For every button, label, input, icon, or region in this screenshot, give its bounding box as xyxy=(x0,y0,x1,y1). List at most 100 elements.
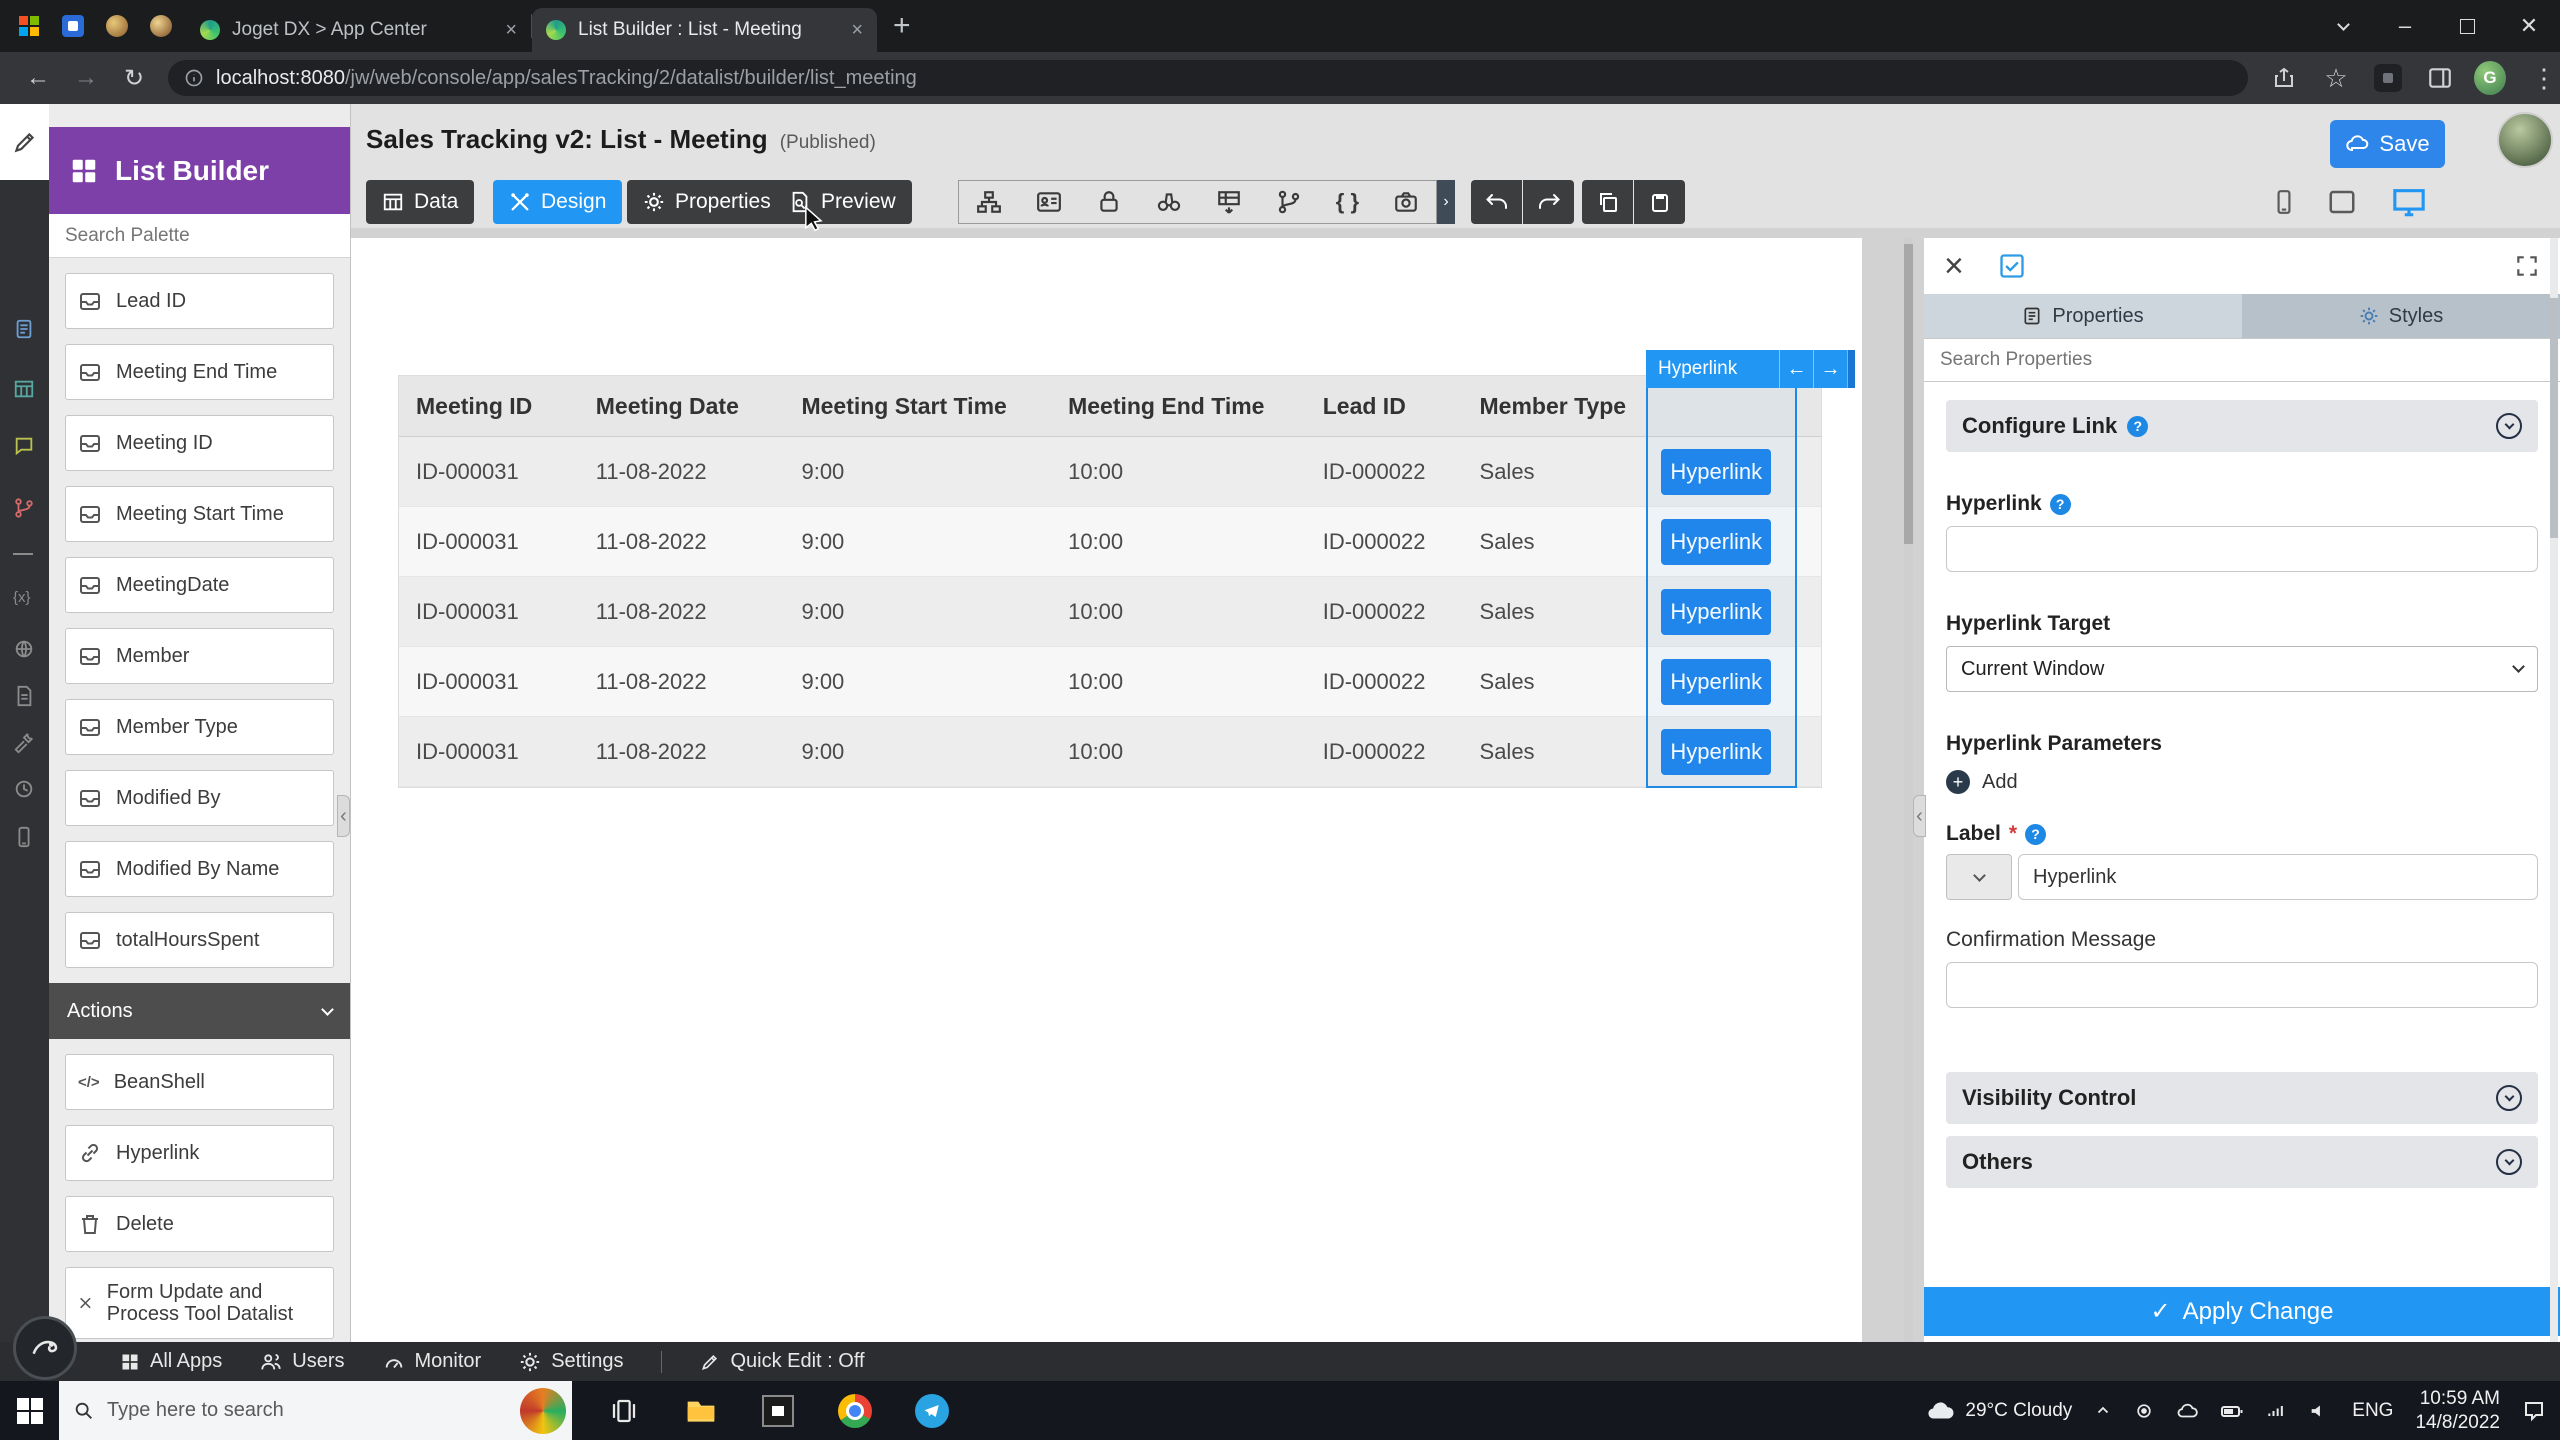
window-close-button[interactable]: ✕ xyxy=(2498,0,2560,52)
tab-panel-styles[interactable]: Styles xyxy=(2242,294,2560,338)
taskbar-search-box[interactable]: Type here to search xyxy=(59,1381,572,1440)
help-icon[interactable]: ? xyxy=(2050,494,2071,515)
lock-icon[interactable] xyxy=(1096,189,1122,215)
hyperlink-cell-button[interactable]: Hyperlink xyxy=(1661,589,1771,635)
side-panel-icon[interactable] xyxy=(2424,62,2456,94)
palette-item[interactable]: Meeting ID xyxy=(65,415,334,471)
palette-item[interactable]: MeetingDate xyxy=(65,557,334,613)
language-indicator[interactable]: ENG xyxy=(2352,1400,2393,1422)
undo-button[interactable] xyxy=(1471,180,1522,224)
tab-app-center[interactable]: Joget DX > App Center × xyxy=(186,8,531,52)
label-input[interactable] xyxy=(2018,854,2538,900)
bookmark-star-icon[interactable]: ☆ xyxy=(2320,62,2352,94)
quick-edit-toggle[interactable]: Quick Edit : Off xyxy=(700,1350,864,1373)
app-window-icon[interactable] xyxy=(748,1381,807,1440)
copy-button[interactable] xyxy=(1582,180,1633,224)
palette-action-item[interactable]: Hyperlink xyxy=(65,1125,334,1181)
collapse-chevron-icon[interactable] xyxy=(2496,1149,2522,1175)
tab-panel-properties[interactable]: Properties xyxy=(1924,294,2242,338)
tab-list-builder[interactable]: List Builder : List - Meeting × xyxy=(532,8,877,52)
palette-item[interactable]: Lead ID xyxy=(65,273,334,329)
datalist-builder-icon[interactable] xyxy=(13,378,35,400)
mobile-icon[interactable] xyxy=(13,826,35,848)
canvas-scrollbar[interactable] xyxy=(1904,238,1913,1342)
hyperlink-cell-button[interactable]: Hyperlink xyxy=(1661,449,1771,495)
tab-data[interactable]: Data xyxy=(366,180,474,224)
panel-collapse-handle[interactable]: ‹ xyxy=(1913,795,1926,837)
process-builder-icon[interactable] xyxy=(13,497,35,519)
onedrive-cloud-icon[interactable] xyxy=(2176,1400,2198,1422)
save-button[interactable]: Save xyxy=(2330,120,2445,168)
window-maximize-button[interactable] xyxy=(2436,0,2498,52)
palette-item[interactable]: Member Type xyxy=(65,699,334,755)
palette-item[interactable]: Meeting End Time xyxy=(65,344,334,400)
start-button[interactable] xyxy=(0,1381,59,1440)
palette-item[interactable]: Modified By Name xyxy=(65,841,334,897)
tray-expand-chevron-icon[interactable] xyxy=(2094,1402,2112,1420)
microsoft-pinned-tab-icon[interactable] xyxy=(14,11,44,41)
palette-search-input[interactable] xyxy=(49,214,350,258)
tab-properties[interactable]: Properties xyxy=(627,180,787,224)
tab-close-icon[interactable]: × xyxy=(851,19,863,42)
forward-button[interactable]: → xyxy=(70,62,102,94)
tab-close-icon[interactable]: × xyxy=(505,19,517,42)
redo-button[interactable] xyxy=(1523,180,1574,224)
userview-builder-icon[interactable] xyxy=(13,435,35,457)
monitor-menu[interactable]: Monitor xyxy=(383,1350,482,1373)
palette-collapse-handle[interactable]: ‹ xyxy=(337,795,350,837)
reload-button[interactable]: ↻ xyxy=(118,62,150,94)
confirmation-message-input[interactable] xyxy=(1946,962,2538,1008)
battery-icon[interactable] xyxy=(2220,1399,2244,1423)
camera-icon[interactable] xyxy=(1393,189,1419,215)
network-icon[interactable] xyxy=(2266,1401,2286,1421)
toolbox-expand-icon[interactable]: › xyxy=(1437,180,1455,224)
hyperlink-cell-button[interactable]: Hyperlink xyxy=(1661,729,1771,775)
palette-action-item[interactable]: Form Update and Process Tool Datalist xyxy=(65,1267,334,1339)
task-view-button[interactable] xyxy=(594,1381,653,1440)
panel-scrollbar[interactable] xyxy=(2550,238,2558,1342)
hyperlink-input[interactable] xyxy=(1946,526,2538,572)
scrollbar-thumb[interactable] xyxy=(2550,298,2558,538)
sitemap-icon[interactable] xyxy=(976,189,1002,215)
notification-center-icon[interactable] xyxy=(2522,1399,2546,1423)
scrollbar-thumb[interactable] xyxy=(1904,244,1913,544)
round-pinned-tab-icon-2[interactable] xyxy=(146,11,176,41)
mobile-preview-button[interactable] xyxy=(2271,187,2297,217)
telegram-icon[interactable] xyxy=(902,1381,961,1440)
tab-design[interactable]: Design xyxy=(493,180,622,224)
blue-app-pinned-tab-icon[interactable] xyxy=(58,11,88,41)
environment-icon[interactable] xyxy=(13,638,35,660)
actions-section-header[interactable]: Actions xyxy=(49,983,350,1039)
binoculars-icon[interactable] xyxy=(1156,189,1182,215)
move-column-left-button[interactable]: ← xyxy=(1779,350,1813,388)
palette-action-item[interactable]: Delete xyxy=(65,1196,334,1252)
location-icon[interactable] xyxy=(2134,1401,2154,1421)
users-menu[interactable]: Users xyxy=(260,1350,344,1373)
export-table-icon[interactable] xyxy=(1216,189,1242,215)
site-info-icon[interactable] xyxy=(184,68,204,88)
window-minimize-button[interactable]: – xyxy=(2374,0,2436,52)
clock[interactable]: 10:59 AM 14/8/2022 xyxy=(2415,1387,2500,1435)
round-pinned-tab-icon-1[interactable] xyxy=(102,11,132,41)
back-button[interactable]: ← xyxy=(22,62,54,94)
column-header[interactable]: Meeting End Time xyxy=(1051,376,1306,436)
joget-logo[interactable] xyxy=(13,1316,77,1380)
panel-search-input[interactable] xyxy=(1924,338,2560,382)
all-apps-menu[interactable]: All Apps xyxy=(120,1350,222,1373)
form-builder-icon[interactable] xyxy=(13,318,35,340)
section-configure-link[interactable]: Configure Link ? xyxy=(1946,400,2538,452)
fullscreen-button[interactable] xyxy=(2514,253,2540,279)
chrome-icon[interactable] xyxy=(825,1381,884,1440)
palette-item[interactable]: Modified By xyxy=(65,770,334,826)
collapse-chevron-icon[interactable] xyxy=(2496,1085,2522,1111)
label-type-select[interactable] xyxy=(1946,854,2012,900)
apply-change-button[interactable]: ✓ Apply Change xyxy=(1924,1287,2560,1336)
add-parameter-button[interactable]: + Add xyxy=(1946,770,2538,794)
help-icon[interactable]: ? xyxy=(2025,824,2046,845)
column-header[interactable]: Meeting Start Time xyxy=(784,376,1051,436)
hyperlink-cell-button[interactable]: Hyperlink xyxy=(1661,519,1771,565)
paste-button[interactable] xyxy=(1634,180,1685,224)
document-icon[interactable] xyxy=(13,685,35,707)
edit-icon[interactable] xyxy=(0,104,49,180)
id-card-icon[interactable] xyxy=(1036,189,1062,215)
